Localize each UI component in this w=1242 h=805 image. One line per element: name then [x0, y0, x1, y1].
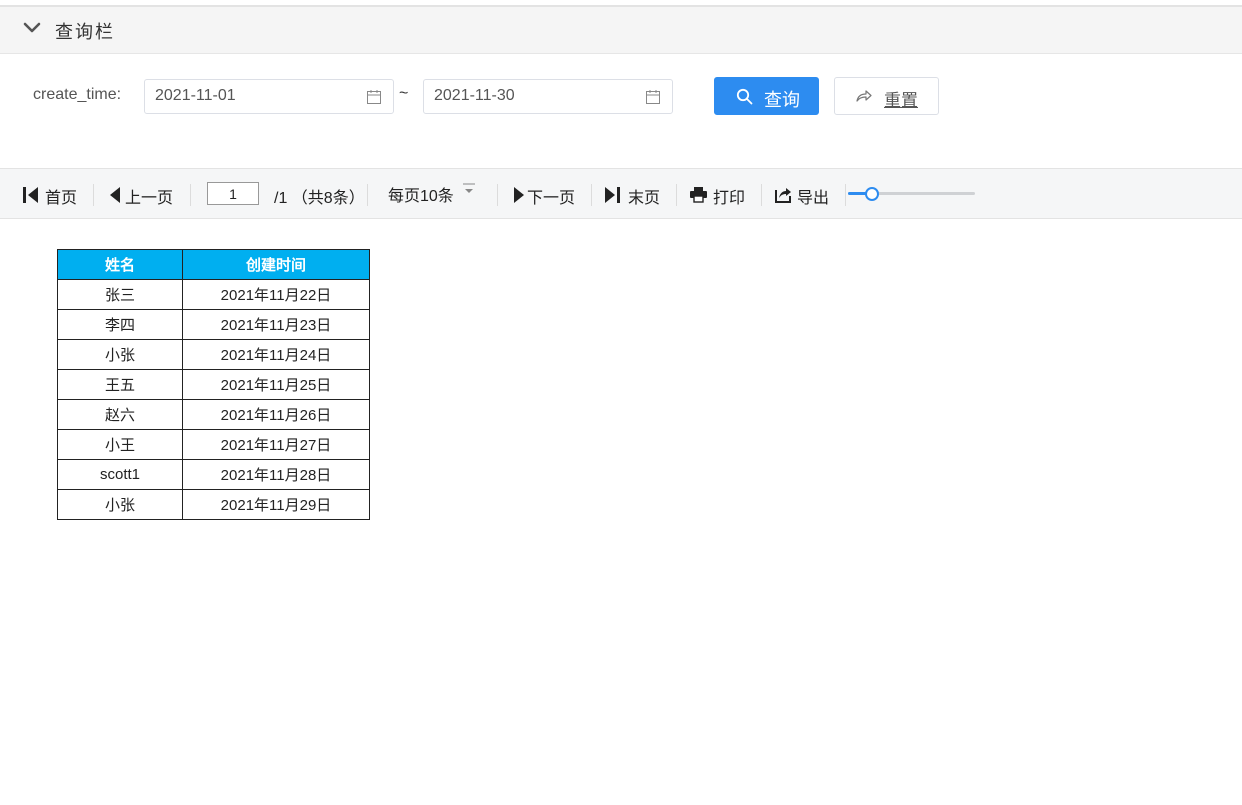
name-cell: 小王 [57, 429, 183, 460]
zoom-slider[interactable] [848, 187, 975, 201]
toolbar-divider [761, 184, 762, 206]
last-page-label: 末页 [628, 190, 661, 207]
query-button-label: 查询 [764, 90, 800, 110]
report-toolbar: 首页 上一页 /1 （共8条） 每页10条 下一页 末页 [0, 168, 1242, 219]
name-cell: 王五 [57, 369, 183, 400]
last-page-icon [605, 187, 620, 203]
name-cell: 张三 [57, 279, 183, 310]
start-date-input[interactable] [155, 87, 355, 105]
name-cell: 小张 [57, 489, 183, 520]
create-time-cell: 2021年11月26日 [182, 399, 370, 430]
report-table: 姓名 创建时间 张三 2021年11月22日 李四 2021年11月23日 小张… [57, 249, 370, 520]
toolbar-divider [190, 184, 191, 206]
reset-button-label: 重置 [884, 91, 918, 110]
name-cell: scott1 [57, 459, 183, 490]
next-page-icon [514, 187, 524, 203]
create-time-label: create_time: [33, 86, 122, 103]
table-row: 李四 2021年11月23日 [57, 309, 370, 340]
first-page-icon [23, 187, 38, 203]
prev-page-icon [110, 187, 120, 203]
create-time-cell: 2021年11月29日 [182, 489, 370, 520]
prev-page-label: 上一页 [125, 190, 174, 207]
toolbar-divider [497, 184, 498, 206]
export-label: 导出 [797, 190, 830, 207]
create-time-cell: 2021年11月23日 [182, 309, 370, 340]
zoom-slider-thumb[interactable] [865, 187, 879, 201]
first-page-label: 首页 [45, 190, 78, 207]
query-panel-title: 查询栏 [55, 22, 115, 42]
table-row: 小张 2021年11月24日 [57, 339, 370, 370]
name-cell: 李四 [57, 309, 183, 340]
name-cell: 小张 [57, 339, 183, 370]
table-header-row: 姓名 创建时间 [57, 249, 370, 280]
create-time-cell: 2021年11月22日 [182, 279, 370, 310]
create-time-cell: 2021年11月25日 [182, 369, 370, 400]
create-time-cell: 2021年11月27日 [182, 429, 370, 460]
share-forward-icon [856, 90, 872, 102]
search-icon [736, 88, 753, 105]
query-panel-header[interactable]: 查询栏 [0, 7, 1242, 54]
toolbar-divider [591, 184, 592, 206]
table-row: 张三 2021年11月22日 [57, 279, 370, 310]
export-icon [775, 188, 791, 203]
end-date-input[interactable] [434, 87, 634, 105]
dropdown-caret-icon [463, 183, 475, 193]
column-header-create-time: 创建时间 [182, 249, 370, 280]
print-label: 打印 [713, 190, 746, 207]
table-row: 小王 2021年11月27日 [57, 429, 370, 460]
table-row: scott1 2021年11月28日 [57, 459, 370, 490]
page-number-input[interactable] [207, 182, 259, 205]
page-size-select[interactable]: 每页10条 [388, 182, 475, 206]
page-size-label: 每页10条 [388, 188, 454, 205]
table-row: 小张 2021年11月29日 [57, 489, 370, 520]
page-total-text: /1 （共8条） [274, 190, 365, 207]
calendar-icon[interactable] [366, 89, 382, 105]
date-range-separator: ~ [399, 85, 409, 102]
column-header-name: 姓名 [57, 249, 183, 280]
name-cell: 赵六 [57, 399, 183, 430]
start-date-picker[interactable] [144, 79, 394, 114]
toolbar-divider [845, 184, 846, 206]
printer-icon [690, 187, 707, 203]
calendar-icon[interactable] [645, 89, 661, 105]
next-page-label: 下一页 [527, 190, 576, 207]
toolbar-divider [676, 184, 677, 206]
reset-button[interactable]: 重置 [834, 77, 939, 115]
create-time-cell: 2021年11月28日 [182, 459, 370, 490]
table-row: 王五 2021年11月25日 [57, 369, 370, 400]
query-button[interactable]: 查询 [714, 77, 819, 115]
end-date-picker[interactable] [423, 79, 673, 114]
toolbar-divider [93, 184, 94, 206]
chevron-down-icon[interactable] [23, 21, 41, 35]
table-row: 赵六 2021年11月26日 [57, 399, 370, 430]
create-time-cell: 2021年11月24日 [182, 339, 370, 370]
toolbar-divider [367, 184, 368, 206]
